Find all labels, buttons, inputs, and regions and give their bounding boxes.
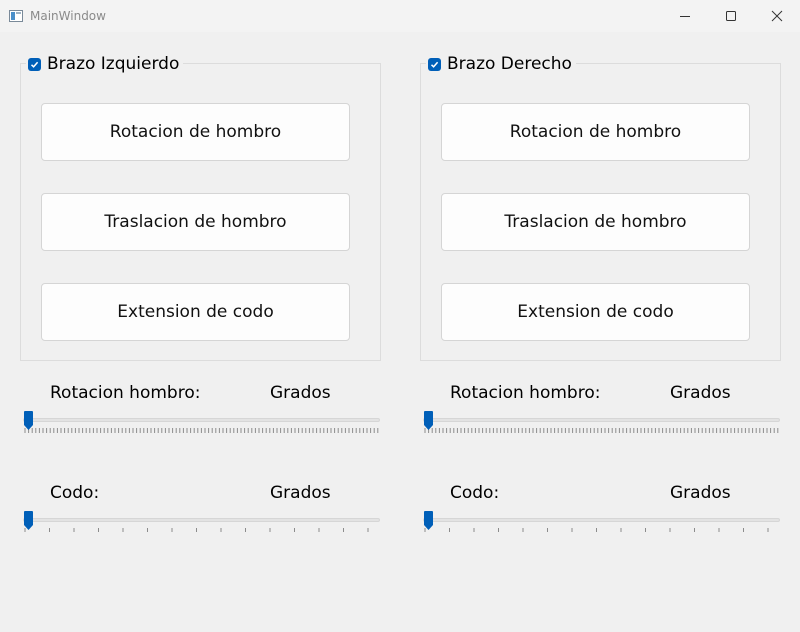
right-arm-checkbox[interactable] [428, 57, 441, 71]
right-elbow-degrees: Grados [670, 483, 731, 503]
minimize-icon [680, 16, 690, 17]
right-shoulder-translation-button[interactable]: Traslacion de hombro [441, 193, 750, 251]
slider-ticks [24, 428, 379, 433]
right-elbow-label: Codo: [450, 483, 500, 503]
title-bar: MainWindow [0, 0, 800, 32]
slider-ticks [424, 528, 769, 532]
right-arm-label: Brazo Derecho [447, 54, 572, 74]
slider-handle[interactable] [23, 410, 35, 432]
right-elbow-slider[interactable] [423, 510, 780, 534]
maximize-icon [726, 11, 736, 21]
right-shoulder-rotation-button[interactable]: Rotacion de hombro [441, 103, 750, 161]
close-icon [771, 10, 783, 22]
left-elbow-label: Codo: [50, 483, 100, 503]
right-elbow-extension-button[interactable]: Extension de codo [441, 283, 750, 341]
right-arm-group-title[interactable]: Brazo Derecho [426, 53, 576, 75]
left-elbow-degrees: Grados [270, 483, 331, 503]
left-elbow-extension-button[interactable]: Extension de codo [41, 283, 350, 341]
minimize-button[interactable] [662, 0, 708, 32]
checkmark-icon [30, 61, 39, 68]
left-shoulder-rotation-label: Rotacion hombro: [50, 383, 201, 403]
slider-ticks [424, 428, 779, 433]
left-shoulder-rotation-button[interactable]: Rotacion de hombro [41, 103, 350, 161]
left-arm-checkbox[interactable] [28, 57, 41, 71]
right-shoulder-rotation-label: Rotacion hombro: [450, 383, 601, 403]
left-arm-label: Brazo Izquierdo [47, 54, 180, 74]
left-shoulder-rotation-degrees: Grados [270, 383, 331, 403]
left-shoulder-rotation-slider[interactable] [23, 410, 380, 434]
slider-handle[interactable] [423, 510, 435, 532]
right-shoulder-rotation-slider[interactable] [423, 410, 780, 434]
slider-handle[interactable] [23, 510, 35, 532]
slider-ticks [24, 528, 369, 532]
left-elbow-slider[interactable] [23, 510, 380, 534]
window-title: MainWindow [30, 9, 106, 23]
left-shoulder-translation-button[interactable]: Traslacion de hombro [41, 193, 350, 251]
app-window-icon [9, 10, 23, 22]
slider-handle[interactable] [423, 410, 435, 432]
right-shoulder-rotation-degrees: Grados [670, 383, 731, 403]
maximize-button[interactable] [708, 0, 754, 32]
close-button[interactable] [754, 0, 800, 32]
checkmark-icon [430, 61, 439, 68]
left-arm-group-title[interactable]: Brazo Izquierdo [26, 53, 184, 75]
